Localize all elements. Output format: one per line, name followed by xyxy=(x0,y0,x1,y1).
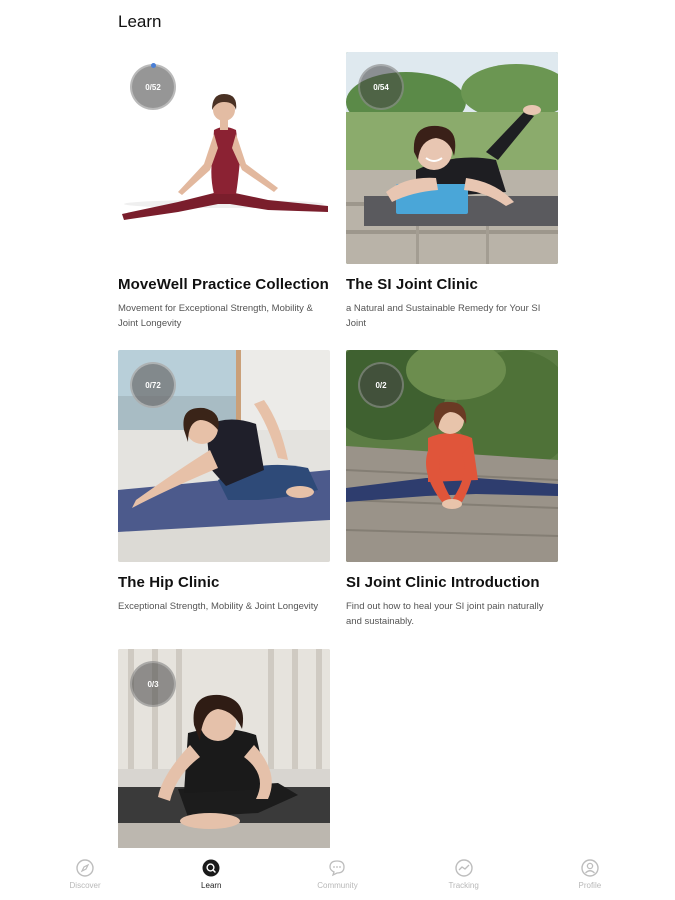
progress-badge: 0/72 xyxy=(130,362,176,408)
nav-item-discover[interactable]: Discover xyxy=(40,858,130,890)
course-thumbnail[interactable]: 0/72 xyxy=(118,350,330,562)
course-card-si-joint-intro[interactable]: 0/2 SI Joint Clinic Introduction Find ou… xyxy=(346,350,558,629)
nav-item-community[interactable]: Community xyxy=(292,858,382,890)
course-thumbnail[interactable]: 0/2 xyxy=(346,350,558,562)
tracking-icon xyxy=(454,859,473,877)
compass-icon xyxy=(76,859,94,877)
progress-indicator-dot xyxy=(151,63,156,68)
progress-badge: 0/2 xyxy=(358,362,404,408)
progress-text: 0/2 xyxy=(375,380,387,390)
course-thumbnail[interactable]: 0/54 xyxy=(346,52,558,264)
chat-icon xyxy=(329,860,346,877)
nav-label: Learn xyxy=(201,881,222,890)
course-card-si-joint-clinic[interactable]: 0/54 The SI Joint Clinic a Natural and S… xyxy=(346,52,558,331)
course-title[interactable]: The Hip Clinic xyxy=(118,574,330,591)
page-title: Learn xyxy=(118,12,162,31)
nav-label: Tracking xyxy=(448,881,479,890)
profile-icon xyxy=(581,859,599,877)
progress-badge: 0/3 xyxy=(130,661,176,707)
nav-item-learn[interactable]: Learn xyxy=(166,858,256,890)
nav-item-tracking[interactable]: Tracking xyxy=(419,858,509,890)
course-thumbnail[interactable]: 0/3 xyxy=(118,649,330,849)
course-thumbnail[interactable]: 0/52 xyxy=(118,52,330,264)
course-description: Movement for Exceptional Strength, Mobil… xyxy=(118,303,313,329)
progress-text: 0/52 xyxy=(145,82,161,92)
learn-icon xyxy=(202,859,220,877)
progress-text: 0/54 xyxy=(373,82,389,92)
course-description: Exceptional Strength, Mobility & Joint L… xyxy=(118,601,319,612)
nav-item-profile[interactable]: Profile xyxy=(545,858,635,890)
course-title[interactable]: SI Joint Clinic Introduction xyxy=(346,574,558,591)
bottom-navigation: Discover Learn Community Tracking Profil… xyxy=(0,848,675,900)
course-card-movewell[interactable]: 0/52 MoveWell Practice Collection Moveme… xyxy=(118,52,330,331)
progress-badge: 0/54 xyxy=(358,64,404,110)
course-description: Find out how to heal your SI joint pain … xyxy=(346,601,544,627)
course-card-fifth[interactable]: 0/3 xyxy=(118,649,330,849)
nav-label: Discover xyxy=(69,881,101,890)
course-card-hip-clinic[interactable]: 0/72 The Hip Clinic Exceptional Strength… xyxy=(118,350,330,614)
course-description: a Natural and Sustainable Remedy for You… xyxy=(346,303,541,329)
progress-text: 0/72 xyxy=(145,380,161,390)
progress-text: 0/3 xyxy=(147,679,159,689)
nav-label: Community xyxy=(317,881,358,890)
nav-label: Profile xyxy=(578,881,602,890)
course-title[interactable]: The SI Joint Clinic xyxy=(346,276,558,293)
course-title[interactable]: MoveWell Practice Collection xyxy=(118,276,330,293)
progress-badge: 0/52 xyxy=(130,63,176,110)
